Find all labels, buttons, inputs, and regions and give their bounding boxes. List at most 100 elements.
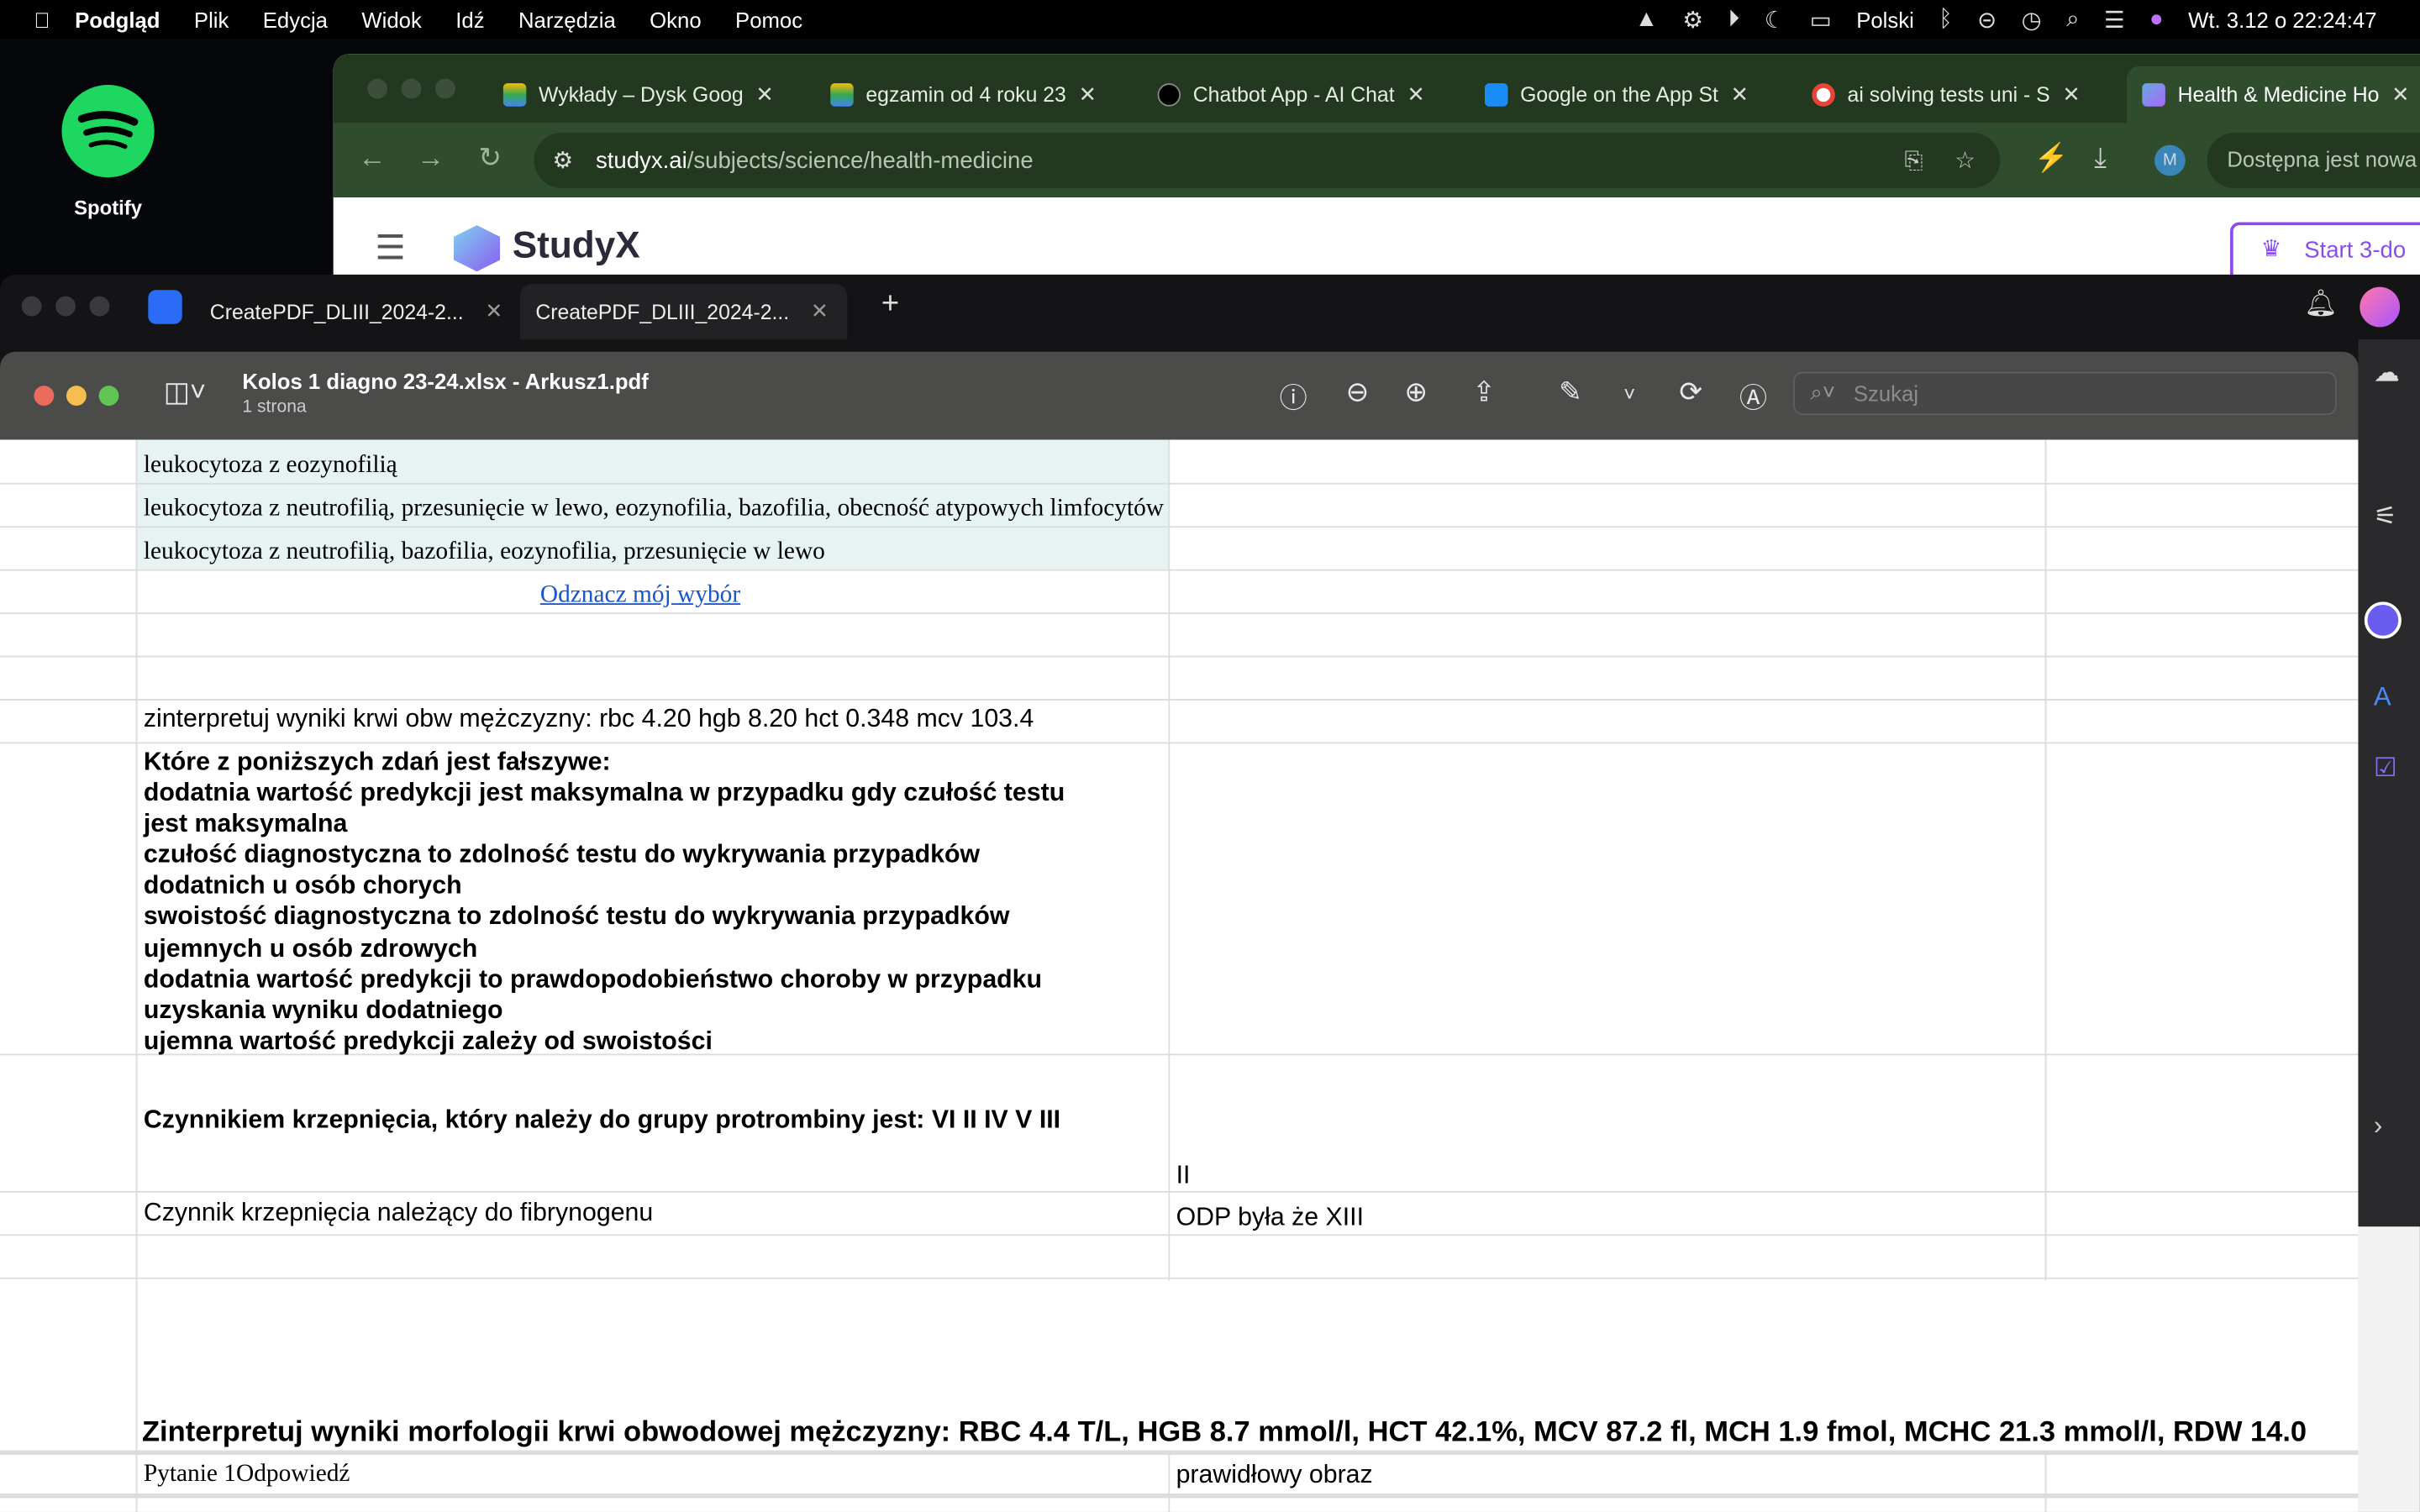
close-tab-icon[interactable]: ✕: [811, 299, 829, 323]
close-tab-icon[interactable]: ✕: [1079, 81, 1097, 108]
question-label: Pytanie 1Odpowiedź: [143, 1461, 350, 1488]
menu-plik[interactable]: Plik: [194, 7, 229, 31]
answer-option[interactable]: leukocytoza z neutrofilią, bazofilia, eo…: [144, 538, 825, 566]
translate-icon[interactable]: ⎘: [1904, 147, 1923, 173]
zoom-in-icon[interactable]: ⊕: [1404, 376, 1428, 409]
bot-icon[interactable]: [2364, 601, 2402, 639]
question-text: Czynnik krzepnięcia należący do fibrynog…: [143, 1199, 654, 1227]
maximize-button[interactable]: [89, 296, 110, 317]
bell-icon[interactable]: 🔔︎: [2304, 288, 2338, 319]
question-text: zinterpretuj wyniki krwi obw mężczyzny: …: [143, 705, 1034, 733]
markup-pen-icon[interactable]: ✎: [1559, 376, 1582, 409]
page-count: 1 strona: [242, 397, 307, 417]
right-sidebar: ☁ ⚟ A ☑ ›: [2358, 339, 2420, 1227]
chevron-right-icon[interactable]: ›: [2374, 1110, 2382, 1142]
hamburger-menu-icon[interactable]: ☰: [375, 228, 405, 269]
pdf-app-window: CreatePDF_DLIII_2024-2... ✕ CreatePDF_DLI…: [0, 274, 2420, 1512]
forward-icon[interactable]: →: [417, 142, 445, 175]
close-button[interactable]: [34, 386, 55, 407]
close-tab-icon[interactable]: ✕: [2391, 81, 2410, 108]
sidebar-toggle-icon[interactable]: ◫˅: [164, 376, 207, 409]
share-icon[interactable]: ⇪: [1472, 376, 1496, 409]
reload-icon[interactable]: ↻: [478, 142, 502, 175]
pdf-tab-active[interactable]: CreatePDF_DLIII_2024-2... ✕: [519, 283, 848, 340]
zoom-out-icon[interactable]: ⊖: [1346, 376, 1370, 409]
extension-icon[interactable]: ⚡: [2034, 142, 2069, 175]
chrome-tab[interactable]: Google on the App St ✕: [1484, 66, 1778, 123]
rotate-icon[interactable]: ⟳: [1679, 376, 1702, 409]
menu-okno[interactable]: Okno: [650, 7, 701, 31]
minimize-button[interactable]: [401, 78, 422, 99]
update-button[interactable]: Dostępna jest nowa: [2207, 132, 2420, 189]
studyx-logo[interactable]: StudyX: [513, 225, 640, 268]
menu-edycja[interactable]: Edycja: [263, 7, 328, 31]
chrome-tab[interactable]: egzamin od 4 roku 23 ✕: [830, 66, 1123, 123]
search-input[interactable]: ⌕˅ Szukaj: [1793, 371, 2337, 416]
menu-app-name[interactable]: Podgląd: [75, 7, 160, 31]
chrome-tab[interactable]: Wykłady – Dysk Goog ✕: [502, 66, 797, 123]
maximize-button[interactable]: [434, 78, 455, 99]
menu-pomoc[interactable]: Pomoc: [735, 7, 802, 31]
apple-icon[interactable]: : [34, 7, 50, 31]
annotate-icon[interactable]: Ⓐ: [1739, 376, 1767, 417]
close-tab-icon[interactable]: ✕: [2062, 81, 2081, 108]
language-indicator[interactable]: Polski: [1856, 7, 1914, 31]
siri-icon[interactable]: ●: [2149, 6, 2164, 32]
menu-idz[interactable]: Idź: [455, 7, 484, 31]
chevron-down-icon[interactable]: ˅: [1623, 383, 1635, 407]
control-center-icon[interactable]: ☰: [2104, 5, 2125, 33]
profile-avatar[interactable]: M: [2154, 144, 2186, 176]
minimize-button[interactable]: [55, 296, 76, 317]
crown-icon: ♛: [2260, 236, 2282, 263]
info-icon[interactable]: ⓘ: [1280, 376, 1307, 417]
chrome-window: Wykłady – Dysk Goog ✕ egzamin od 4 roku 2…: [333, 54, 2420, 286]
pdf-tab[interactable]: CreatePDF_DLIII_2024-2... ✕: [194, 284, 518, 339]
close-tab-icon[interactable]: ✕: [1731, 81, 1749, 108]
drive-icon[interactable]: ▲: [1635, 6, 1658, 32]
spotify-icon[interactable]: [61, 85, 155, 178]
user-avatar[interactable]: [2360, 286, 2401, 328]
question-block: Które z poniższych zdań jest fałszywe: do…: [143, 748, 1065, 1056]
answer-option[interactable]: leukocytoza z eozynofilią: [144, 452, 397, 480]
back-icon[interactable]: ←: [358, 142, 386, 175]
moon-icon[interactable]: ☾: [1765, 5, 1786, 33]
menu-narzedzia[interactable]: Narzędzia: [518, 7, 616, 31]
new-tab-icon[interactable]: +: [881, 287, 899, 323]
cloud-icon[interactable]: ☁: [2374, 358, 2400, 389]
maximize-button[interactable]: [98, 386, 119, 407]
bookmark-star-icon[interactable]: ☆: [1954, 146, 1975, 174]
link-icon[interactable]: ⊝: [1977, 5, 1996, 33]
chrome-tab[interactable]: Chatbot App - AI Chat ✕: [1157, 66, 1451, 123]
download-icon[interactable]: ⤓: [2094, 142, 2107, 175]
bluetooth-icon[interactable]: ᛒ: [1939, 6, 1953, 32]
datetime[interactable]: Wt. 3.12 o 22:24:47: [2188, 7, 2376, 31]
chrome-tab[interactable]: ai solving tests uni - S ✕: [1812, 66, 2105, 123]
question-text: Czynnikiem krzepnięcia, który należy do …: [143, 1105, 1061, 1134]
pdf-app-logo-icon: [148, 290, 182, 324]
site-settings-icon[interactable]: ⚙: [553, 146, 574, 174]
chrome-tab-active[interactable]: Health & Medicine Ho ✕: [2126, 66, 2420, 123]
minimize-button[interactable]: [66, 386, 87, 407]
close-button[interactable]: [367, 78, 388, 99]
accessibility-icon[interactable]: ⚙: [1682, 5, 1703, 33]
search-icon[interactable]: ⌕: [2066, 6, 2079, 32]
menu-widok[interactable]: Widok: [361, 7, 421, 31]
close-tab-icon[interactable]: ✕: [1407, 81, 1425, 108]
answer-option[interactable]: leukocytoza z neutrofilią, przesunięcie …: [144, 496, 1164, 523]
clock-icon[interactable]: ◷: [2022, 5, 2042, 33]
clear-choice-link[interactable]: Odznacz mój wybór: [540, 581, 740, 609]
close-tab-icon[interactable]: ✕: [755, 81, 774, 108]
close-tab-icon[interactable]: ✕: [485, 299, 502, 323]
address-bar[interactable]: ⚙ studyx.ai/subjects/science/health-medi…: [534, 132, 2001, 189]
background-area: [2358, 1226, 2420, 1512]
close-button[interactable]: [21, 296, 42, 317]
studyx-logo-icon: [453, 225, 501, 272]
play-icon[interactable]: ⏵: [1728, 6, 1740, 32]
sliders-icon[interactable]: ⚟: [2374, 501, 2397, 533]
drive-icon: [502, 83, 527, 107]
battery-icon[interactable]: ▭: [1810, 5, 1832, 33]
answer-text: ODP była że XIII: [1176, 1203, 1365, 1231]
checklist-icon[interactable]: ☑: [2374, 753, 2397, 784]
answer-text: II: [1176, 1162, 1191, 1190]
translate-icon[interactable]: A: [2374, 682, 2391, 713]
